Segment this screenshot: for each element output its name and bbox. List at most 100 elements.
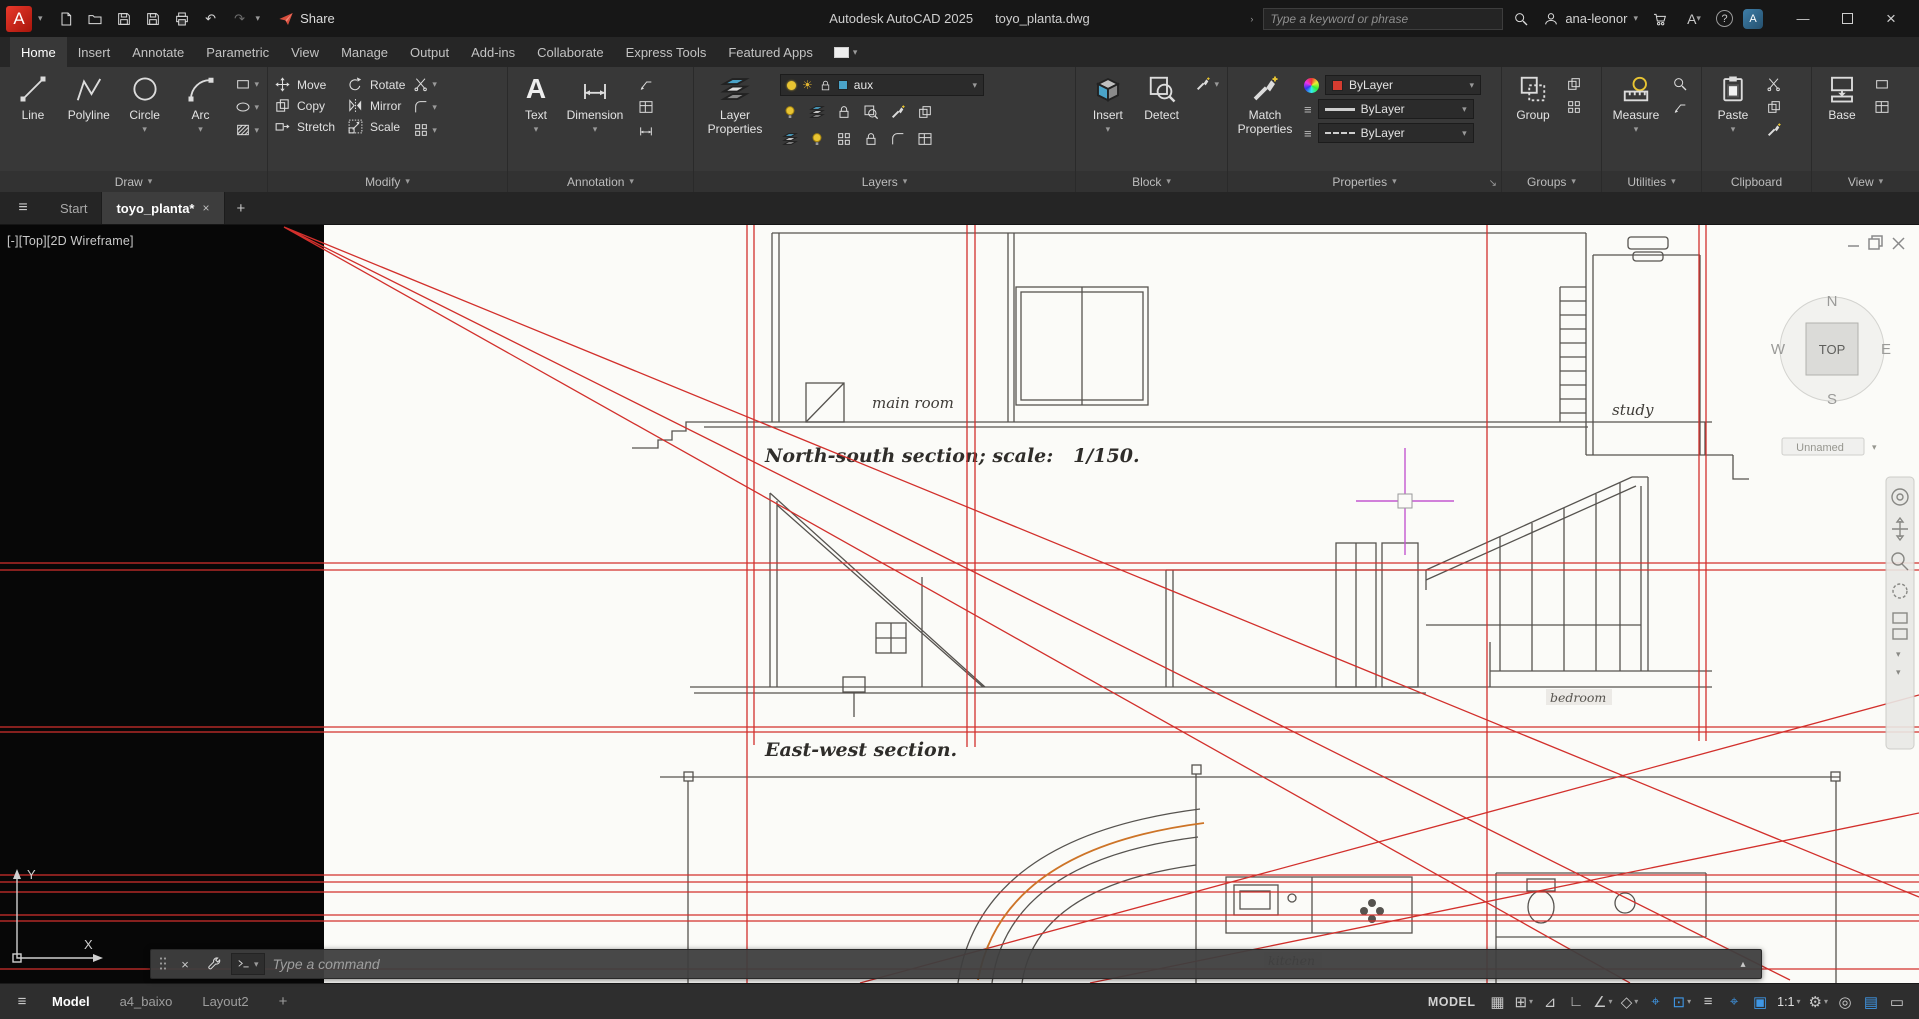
save-button[interactable] [111, 7, 137, 31]
redo-button[interactable]: ↷ [227, 7, 253, 31]
circle-tool[interactable]: Circle▾ [118, 72, 172, 136]
graphics-performance-toggle[interactable]: ▤ [1859, 989, 1883, 1015]
hatch-tool-icon[interactable]: ▾ [235, 122, 259, 138]
match-properties-tool[interactable]: Match Properties [1234, 72, 1296, 136]
stretch-tool[interactable]: Stretch [274, 118, 335, 135]
command-customize-wrench-icon[interactable] [203, 956, 223, 972]
autodesk-app-icon[interactable]: A [1743, 9, 1763, 29]
model-space-indicator[interactable]: MODEL [1428, 995, 1476, 1009]
measure-tool[interactable]: Measure▾ [1608, 72, 1664, 136]
object-snap-toggle[interactable]: ⊡▾ [1670, 989, 1695, 1015]
array-tool-icon[interactable]: ▾ [413, 122, 437, 138]
layer-tool-icon[interactable] [836, 131, 852, 150]
panel-title-view[interactable]: View▾ [1812, 171, 1919, 192]
ungroup-icon[interactable] [1566, 76, 1582, 92]
panel-title-properties[interactable]: Properties▾ [1228, 171, 1501, 192]
help-icon[interactable]: ? [1716, 10, 1733, 27]
copy-tool[interactable]: Copy [274, 97, 335, 114]
close-button[interactable]: × [1869, 0, 1913, 37]
new-file-button[interactable] [53, 7, 79, 31]
panel-title-draw[interactable]: Draw▾ [0, 171, 267, 192]
move-tool[interactable]: Move [274, 76, 335, 93]
tab-collaborate[interactable]: Collaborate [526, 37, 615, 67]
dynamic-input-toggle[interactable]: ⌖ [1722, 989, 1746, 1015]
maximize-button[interactable] [1825, 0, 1869, 37]
viewport-corner-label[interactable]: [-][Top][2D Wireframe] [7, 234, 134, 248]
id-point-icon[interactable] [1672, 99, 1688, 115]
object-color-dropdown[interactable]: ByLayer ▾ [1325, 75, 1481, 95]
group-tool[interactable]: Group [1508, 72, 1558, 122]
panel-title-layers[interactable]: Layers▾ [694, 171, 1075, 192]
new-drawing-tab-button[interactable]: + [225, 192, 258, 224]
quick-select-icon[interactable] [1672, 76, 1688, 92]
close-tab-icon[interactable]: × [202, 201, 209, 215]
cart-icon[interactable] [1648, 7, 1672, 31]
start-tab[interactable]: Start [46, 192, 102, 224]
rectangle-tool-icon[interactable]: ▾ [235, 76, 259, 92]
tab-featured-apps[interactable]: Featured Apps [717, 37, 824, 67]
tab-view[interactable]: View [280, 37, 330, 67]
osnap-tracking-toggle[interactable]: ⌖ [1644, 989, 1668, 1015]
lineweight-dropdown[interactable]: ByLayer ▾ [1318, 99, 1474, 119]
share-button[interactable]: Share [278, 11, 335, 27]
new-layout-button[interactable]: + [267, 993, 300, 1010]
tab-express-tools[interactable]: Express Tools [615, 37, 718, 67]
save-as-button[interactable] [140, 7, 166, 31]
fillet-tool-icon[interactable]: ▾ [413, 99, 437, 115]
infer-constraints-toggle[interactable]: ⊿ [1538, 989, 1562, 1015]
layer-tool-icon[interactable] [863, 104, 879, 123]
linetype-dropdown[interactable]: ByLayer ▾ [1318, 123, 1474, 143]
panel-title-modify[interactable]: Modify▾ [268, 171, 507, 192]
panel-title-clipboard[interactable]: Clipboard [1702, 171, 1811, 192]
block-edit-icon[interactable]: ▾ [1195, 76, 1219, 92]
drawing-viewport[interactable]: main room study bedroom kitchen North-so… [0, 225, 1919, 983]
file-tabs-menu-icon[interactable]: ≡ [0, 192, 46, 224]
tab-insert[interactable]: Insert [67, 37, 122, 67]
layout-tab-layout2[interactable]: Layout2 [190, 994, 260, 1009]
panel-title-utilities[interactable]: Utilities▾ [1602, 171, 1701, 192]
command-close-icon[interactable]: × [175, 957, 195, 972]
search-chevron-icon[interactable]: › [1250, 14, 1253, 24]
leader-tool-icon[interactable] [638, 76, 654, 92]
tab-parametric[interactable]: Parametric [195, 37, 280, 67]
command-line-bar[interactable]: × ▾ ▴ [150, 949, 1762, 979]
layer-properties-tool[interactable]: Layer Properties [700, 72, 770, 136]
status-menu-icon[interactable]: ≡ [10, 989, 34, 1015]
base-view-tool[interactable]: Base [1818, 72, 1866, 122]
trim-tool-icon[interactable]: ▾ [413, 76, 437, 92]
snap-mode-toggle[interactable]: ⊞▾ [1511, 989, 1536, 1015]
insert-block-tool[interactable]: Insert▾ [1082, 72, 1134, 136]
layer-tool-icon[interactable] [890, 104, 906, 123]
model-tab[interactable]: Model [40, 994, 102, 1009]
named-views-icon[interactable] [1874, 99, 1890, 115]
annotation-scale-button[interactable]: 1:1▾ [1774, 989, 1803, 1015]
dimension-style-icon[interactable] [638, 122, 654, 138]
layer-tool-icon[interactable] [917, 104, 933, 123]
layer-tool-icon[interactable] [782, 131, 798, 150]
ortho-mode-toggle[interactable]: ∟ [1564, 989, 1588, 1015]
panel-title-block[interactable]: Block▾ [1076, 171, 1227, 192]
layer-tool-icon[interactable] [809, 131, 825, 150]
layer-tool-icon[interactable] [917, 131, 933, 150]
detect-tool[interactable]: Detect [1136, 72, 1188, 122]
scale-tool[interactable]: Scale [347, 118, 405, 135]
plot-button[interactable] [169, 7, 195, 31]
tab-output[interactable]: Output [399, 37, 460, 67]
table-tool-icon[interactable] [638, 99, 654, 115]
search-icon[interactable] [1509, 7, 1533, 31]
properties-dialog-launcher-icon[interactable]: ↘ [1489, 178, 1497, 189]
polar-tracking-toggle[interactable]: ∠▾ [1590, 989, 1615, 1015]
tab-home[interactable]: Home [10, 37, 67, 67]
search-field[interactable] [1263, 8, 1503, 30]
layer-tool-icon[interactable] [782, 104, 798, 123]
layer-tool-icon[interactable] [809, 104, 825, 123]
autocad-logo[interactable]: A [6, 6, 32, 32]
recent-commands-button[interactable]: ▾ [231, 953, 265, 975]
lineweight-list-icon[interactable]: ≡ [1304, 102, 1312, 117]
undo-button[interactable]: ↶ [198, 7, 224, 31]
logo-caret-icon[interactable]: ▾ [38, 13, 43, 24]
open-file-button[interactable] [82, 7, 108, 31]
document-tab[interactable]: toyo_planta*× [102, 192, 224, 224]
drawing-canvas[interactable]: main room study bedroom kitchen North-so… [0, 225, 1919, 983]
command-input[interactable] [273, 956, 1725, 972]
